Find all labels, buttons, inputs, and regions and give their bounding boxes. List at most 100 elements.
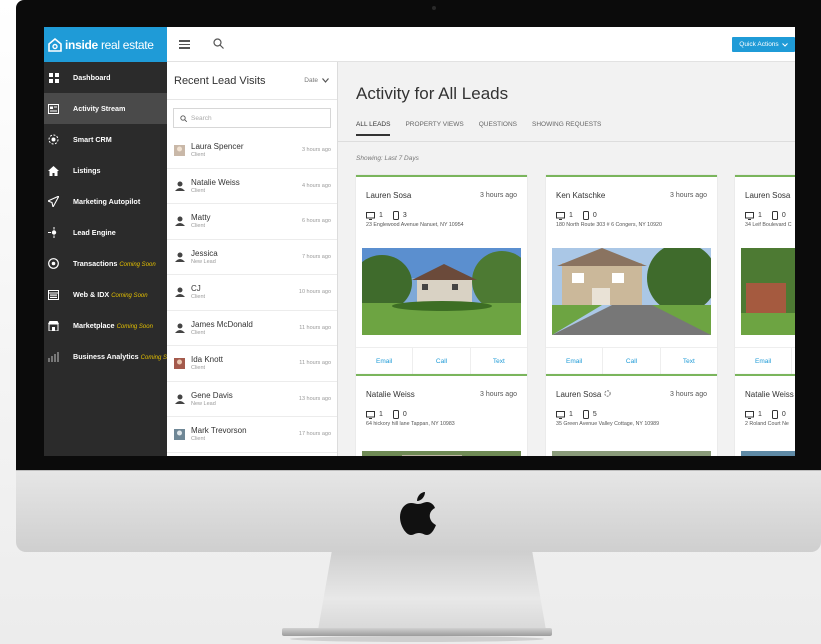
coming-soon-tag: Coming Soon [119, 262, 156, 268]
lead-search-input[interactable]: Search [173, 108, 331, 128]
lead-activity-card[interactable]: Lauren Sosa 3 hours ago 1 5 35 Green Ave… [546, 374, 717, 456]
lead-name: CJ [191, 284, 201, 294]
sidebar-item-label: Activity Stream [73, 104, 126, 113]
call-button[interactable]: Call [792, 348, 795, 375]
person-icon [174, 322, 185, 333]
quick-actions-button[interactable]: Quick Actions [732, 37, 795, 52]
paper-plane-icon [48, 196, 59, 207]
sidebar-item-marketing-autopilot[interactable]: Marketing Autopilot [44, 186, 167, 217]
lead-type: Client [191, 329, 206, 336]
card-lead-name[interactable]: Lauren Sosa [366, 191, 411, 200]
lead-row[interactable]: James McDonald Client 11 hours ago [167, 311, 337, 346]
email-button[interactable]: Email [546, 348, 604, 375]
lead-row[interactable]: Laura Spencer Client 3 hours ago [167, 133, 337, 169]
tab-all-leads[interactable]: ALL LEADS [356, 121, 391, 136]
person-icon [174, 287, 185, 298]
lead-row[interactable]: Ida Knott Client 11 hours ago [167, 346, 337, 382]
house-logo-icon [48, 37, 62, 52]
card-actions: Email Call Text [735, 347, 795, 375]
camera [432, 6, 436, 10]
property-photo[interactable] [552, 451, 711, 456]
lead-type: Client [191, 294, 206, 301]
sidebar-item-listings[interactable]: Listings [44, 155, 167, 186]
sidebar-item-transactions[interactable]: Transactions Coming Soon [44, 248, 167, 279]
mobile-icon [392, 410, 399, 419]
lead-row[interactable]: CJ Client 10 hours ago [167, 275, 337, 311]
desktop-count: 1 [569, 212, 573, 219]
analytics-icon [48, 351, 59, 362]
tab-questions[interactable]: QUESTIONS [479, 121, 517, 136]
lead-activity-card[interactable]: Natalie Weiss 3 hours ago 1 0 64 hickory … [356, 374, 527, 456]
card-time: 3 hours ago [480, 192, 517, 199]
sidebar-item-web-idx[interactable]: Web & IDX Coming Soon [44, 279, 167, 310]
sidebar-item-marketplace[interactable]: Marketplace Coming Soon [44, 310, 167, 341]
desktop-count: 1 [569, 411, 573, 418]
email-button[interactable]: Email [735, 348, 793, 375]
card-lead-name[interactable]: Lauren Sosa [556, 390, 611, 399]
desktop-icon [366, 211, 375, 220]
property-photo[interactable] [741, 248, 795, 335]
card-address: 180 North Route 303 # 6 Congers, NY 1092… [556, 222, 662, 228]
date-filter[interactable]: Showing: Last 7 Days [356, 155, 419, 162]
chevron-down-icon [781, 42, 788, 47]
activity-panel: Activity for All Leads ALL LEADS PROPERT… [338, 62, 795, 456]
lead-name: Laura Spencer [191, 142, 244, 152]
sidebar-item-lead-engine[interactable]: Lead Engine [44, 217, 167, 248]
lead-activity-card[interactable]: Ken Katschke 3 hours ago 1 0 180 North Ro… [546, 175, 717, 375]
desktop-count: 1 [379, 212, 383, 219]
lead-row[interactable]: Matty Client 6 hours ago [167, 204, 337, 240]
text-button[interactable]: Text [471, 348, 527, 375]
brand-name: inside real estate [65, 38, 154, 52]
property-photo[interactable] [362, 248, 521, 335]
transactions-icon [48, 258, 59, 269]
sidebar-item-text: Marketplace [73, 321, 115, 330]
card-time: 3 hours ago [670, 192, 707, 199]
lead-activity-card[interactable]: Natalie Weiss 1 0 2 Roland Court Ne [735, 374, 795, 456]
lead-row[interactable]: Gene Davis New Lead 13 hours ago [167, 382, 337, 417]
property-photo[interactable] [552, 248, 711, 335]
sidebar-item-dashboard[interactable]: Dashboard [44, 62, 167, 93]
lead-activity-card[interactable]: Lauren Sosa 3 hours ago 1 3 23 Englewood … [356, 175, 527, 375]
call-button[interactable]: Call [603, 348, 661, 375]
lead-activity-card[interactable]: Lauren Sosa 1 0 34 Leif Boulevard C Emai… [735, 175, 795, 375]
sidebar-item-text: Business Analytics [73, 352, 139, 361]
person-icon [174, 180, 185, 191]
sidebar-item-business-analytics[interactable]: Business Analytics Coming Soon [44, 341, 177, 372]
lead-row[interactable]: Mark Trevorson Client 17 hours ago [167, 417, 337, 453]
property-photo[interactable] [741, 451, 795, 456]
mobile-count: 0 [592, 212, 597, 219]
sidebar-item-activity-stream[interactable]: Activity Stream [44, 93, 167, 124]
card-lead-name[interactable]: Ken Katschke [556, 191, 605, 200]
card-lead-name[interactable]: Lauren Sosa [745, 191, 790, 200]
card-lead-name-text: Lauren Sosa [556, 390, 602, 399]
card-lead-name[interactable]: Natalie Weiss [745, 390, 794, 399]
desktop-icon [745, 211, 754, 220]
recent-header: Recent Lead Visits Date [167, 62, 337, 100]
recent-lead-visits-panel: Recent Lead Visits Date Search Laura Spe… [167, 62, 338, 456]
brand-logo[interactable]: inside real estate [44, 27, 167, 62]
monitor-foot [282, 628, 552, 636]
top-bar: Quick Actions [167, 27, 795, 62]
property-photo[interactable] [362, 451, 521, 456]
menu-icon[interactable] [179, 40, 190, 49]
sidebar-item-text: Transactions [73, 259, 118, 268]
dashboard-icon [48, 72, 59, 83]
lead-type: Client [191, 223, 206, 230]
lead-row[interactable]: Jessica New Lead 7 hours ago [167, 240, 337, 275]
call-button[interactable]: Call [413, 348, 471, 375]
card-lead-name[interactable]: Natalie Weiss [366, 390, 415, 399]
text-button[interactable]: Text [661, 348, 717, 375]
search-icon[interactable] [213, 38, 224, 49]
lead-time: 3 hours ago [301, 147, 331, 154]
email-button[interactable]: Email [356, 348, 414, 375]
lead-row[interactable]: Natalie Weiss Client 4 hours ago [167, 169, 337, 204]
lead-time: 17 hours ago [298, 431, 331, 438]
sidebar-item-smart-crm[interactable]: Smart CRM [44, 124, 167, 155]
sidebar-item-label: Listings [73, 166, 101, 175]
sort-dropdown[interactable]: Date [304, 77, 329, 84]
card-stats: 1 0 [735, 399, 795, 419]
lead-time: 10 hours ago [298, 289, 331, 296]
tab-showing-requests[interactable]: SHOWING REQUESTS [532, 121, 601, 136]
sidebar-item-label: Lead Engine [73, 228, 116, 237]
tab-property-views[interactable]: PROPERTY VIEWS [405, 121, 463, 136]
